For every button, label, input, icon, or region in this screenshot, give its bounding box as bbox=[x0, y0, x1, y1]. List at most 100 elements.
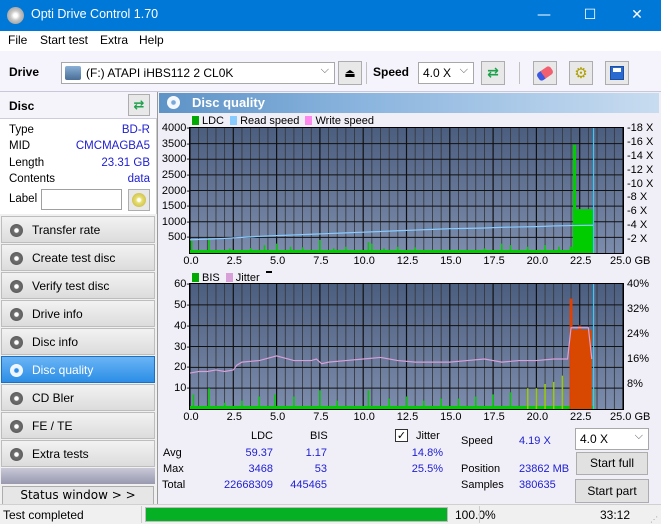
stats-avg-label: Avg bbox=[163, 447, 182, 459]
x-tick: 25.0 GB bbox=[610, 411, 651, 423]
ldc-bar bbox=[289, 246, 292, 253]
x-tick: 12.5 bbox=[396, 255, 419, 267]
window-title: Opti Drive Control 1.70 bbox=[31, 7, 159, 21]
nav-label: CD Bler bbox=[32, 391, 75, 405]
speed-select[interactable]: 4.0 X ⌵ bbox=[418, 62, 474, 84]
drive-info-icon bbox=[10, 308, 23, 321]
nav-disc-quality[interactable]: Disc quality bbox=[1, 356, 155, 383]
disc-label-button[interactable] bbox=[128, 189, 150, 211]
ldc-bar-block bbox=[572, 209, 594, 253]
jitter-checkbox[interactable]: ✓ bbox=[395, 429, 408, 442]
eject-button[interactable]: ⏏ bbox=[338, 61, 362, 85]
nav-label: Create test disc bbox=[32, 251, 116, 265]
disc-icon bbox=[132, 193, 146, 207]
bar-baseline bbox=[190, 406, 594, 409]
status-window-button[interactable]: Status window > > bbox=[2, 486, 154, 505]
nav-extra-tests[interactable]: Extra tests bbox=[1, 440, 155, 467]
ldc-bar bbox=[483, 248, 486, 253]
nav-disc-info[interactable]: Disc info bbox=[1, 328, 155, 355]
bis-bar-block bbox=[571, 329, 592, 409]
bis-chart-svg bbox=[190, 284, 623, 409]
y-tick-left: 10- bbox=[174, 382, 190, 395]
nav-label: Verify test disc bbox=[32, 279, 110, 293]
stats-total-bis: 445465 bbox=[290, 479, 327, 491]
nav-create-test-disc[interactable]: Create test disc bbox=[1, 244, 155, 271]
progress-bar bbox=[145, 507, 448, 522]
nav-label: FE / TE bbox=[32, 419, 73, 433]
samples-label: Samples bbox=[461, 479, 504, 491]
x-tick: 2.5 bbox=[226, 255, 242, 267]
start-full-button[interactable]: Start full bbox=[576, 452, 648, 475]
start-part-button[interactable]: Start part bbox=[575, 479, 649, 503]
x-tick: 0.0 bbox=[183, 411, 199, 423]
test-speed-select[interactable]: 4.0 X ⌵ bbox=[575, 428, 649, 450]
stats-max-ldc: 3468 bbox=[248, 463, 273, 475]
y-tick-right: 8% bbox=[627, 378, 643, 390]
gears-icon: ⚙ bbox=[574, 64, 588, 82]
y-tick-right: -18 X bbox=[627, 122, 654, 134]
stats-avg-jitter: 14.8% bbox=[411, 447, 443, 459]
stats-avg-ldc: 59.37 bbox=[245, 447, 273, 459]
speed-select-value: 4.0 X bbox=[423, 66, 452, 80]
x-tick: 0.0 bbox=[183, 255, 199, 267]
panel-header: Disc quality bbox=[159, 93, 659, 113]
refresh-button[interactable]: ⇄ bbox=[481, 61, 505, 85]
settings-button[interactable]: ⚙ bbox=[569, 61, 593, 85]
nav-fe-te[interactable]: FE / TE bbox=[1, 412, 155, 439]
nav-cd-bler[interactable]: CD Bler bbox=[1, 384, 155, 411]
legend-swatch-bis bbox=[192, 273, 199, 282]
bis-bar bbox=[274, 394, 276, 409]
legend-read-speed: Read speed bbox=[240, 115, 300, 127]
eraser-icon bbox=[535, 64, 555, 82]
ldc-chart-plot bbox=[189, 127, 624, 254]
ldc-bar bbox=[319, 239, 321, 253]
disc-label-input[interactable] bbox=[41, 189, 122, 210]
nav-verify-test-disc[interactable]: Verify test disc bbox=[1, 272, 155, 299]
nav-transfer-rate[interactable]: Transfer rate bbox=[1, 216, 155, 243]
speed-label: Speed bbox=[373, 65, 410, 79]
chart1-legend: LDC Read speed Write speed bbox=[192, 115, 374, 127]
ldc-bar bbox=[190, 240, 193, 253]
minimize-button[interactable]: — bbox=[521, 0, 567, 31]
toolbar-separator bbox=[519, 62, 520, 84]
menu-file[interactable]: File bbox=[8, 33, 27, 47]
eject-icon: ⏏ bbox=[344, 66, 356, 80]
fe-te-icon bbox=[10, 420, 23, 433]
position-value: 23862 MB bbox=[519, 463, 570, 475]
app-disc-icon bbox=[7, 7, 24, 24]
legend-swatch-jitter bbox=[225, 273, 233, 282]
close-button[interactable]: ✕ bbox=[614, 0, 660, 31]
ldc-chart-svg bbox=[190, 128, 623, 253]
bis-bar bbox=[223, 402, 226, 409]
progress-fill bbox=[146, 508, 447, 521]
resize-grip-icon[interactable]: ⋰ bbox=[650, 515, 658, 524]
y-tick-left: 1000- bbox=[161, 215, 190, 228]
menu-extra[interactable]: Extra bbox=[100, 33, 128, 47]
bis-bar bbox=[475, 396, 477, 409]
erase-button[interactable] bbox=[533, 61, 557, 85]
bis-bar bbox=[457, 398, 460, 409]
bis-bar bbox=[535, 388, 538, 409]
bis-bar bbox=[388, 398, 390, 409]
x-tick: 20.0 bbox=[526, 411, 549, 423]
save-button[interactable] bbox=[605, 61, 629, 85]
panel-title: Disc quality bbox=[192, 95, 265, 110]
menu-help[interactable]: Help bbox=[139, 33, 164, 47]
disc-contents-value: data bbox=[127, 173, 150, 185]
ldc-bar bbox=[249, 248, 252, 253]
menu-start-test[interactable]: Start test bbox=[40, 33, 88, 47]
maximize-button[interactable]: ☐ bbox=[567, 0, 613, 31]
nav-spacer bbox=[1, 468, 155, 484]
disc-info-panel: Disc ⇄ Type BD-R MID CMCMAGBA5 Length 23… bbox=[0, 92, 157, 214]
nav-drive-info[interactable]: Drive info bbox=[1, 300, 155, 327]
speed-readout-value: 4.19 X bbox=[519, 435, 551, 447]
ldc-bar bbox=[397, 246, 399, 253]
drive-select[interactable]: (F:) ATAPI iHBS112 2 CL0K ⌵ bbox=[61, 62, 335, 84]
stats-total-label: Total bbox=[162, 479, 186, 491]
legend-swatch-ldc bbox=[192, 116, 199, 125]
toolbar-separator bbox=[366, 62, 367, 84]
ldc-bar bbox=[301, 247, 304, 253]
disc-label-label: Label bbox=[9, 193, 38, 205]
disc-refresh-button[interactable]: ⇄ bbox=[128, 94, 150, 116]
nav-label: Disc info bbox=[32, 335, 79, 349]
